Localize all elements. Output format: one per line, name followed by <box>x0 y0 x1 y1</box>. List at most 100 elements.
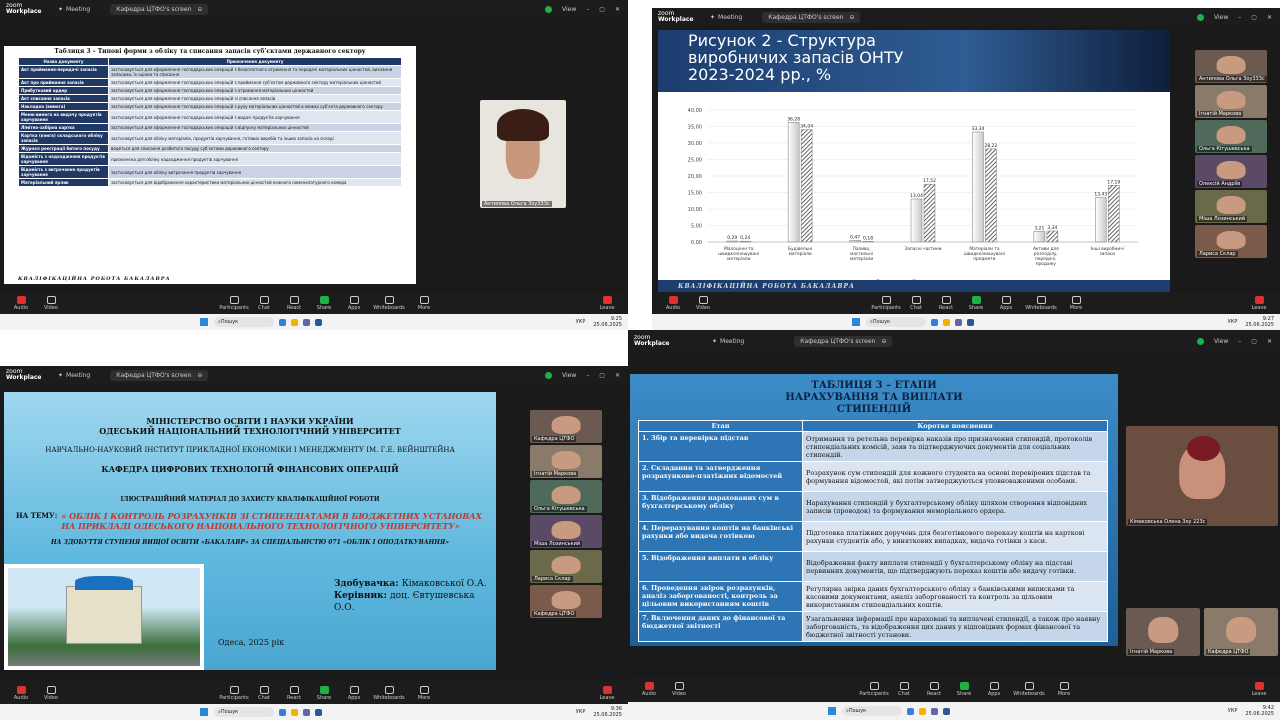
participant-tile[interactable]: Кафедра ЦТФО <box>530 585 602 618</box>
participant-tile[interactable]: Міша Лозинський <box>1195 190 1267 223</box>
participant-tile[interactable]: Ігнатій Маркова <box>1195 85 1267 118</box>
shield-icon[interactable] <box>545 5 553 13</box>
clock[interactable]: 9:25 25.06.2025 <box>593 316 622 328</box>
maximize-icon[interactable]: ▢ <box>599 6 605 13</box>
windows-start-icon[interactable] <box>200 708 208 716</box>
meeting-label[interactable]: ✦ Meeting <box>712 338 744 345</box>
windows-start-icon[interactable] <box>200 318 208 326</box>
share-tab[interactable]: Кафедра ЦТФО's screen ⊖ <box>794 335 893 347</box>
share-button[interactable]: Share <box>961 295 991 311</box>
meeting-label[interactable]: ✦ Meeting <box>58 372 90 379</box>
participants-button[interactable]: Participants <box>219 685 249 701</box>
participants-button[interactable]: Participants <box>859 681 889 697</box>
edge-icon[interactable] <box>279 708 286 716</box>
audio-button[interactable]: Audio <box>6 685 36 701</box>
shield-icon[interactable] <box>1197 337 1205 345</box>
meeting-label[interactable]: ✦ Meeting <box>58 6 90 13</box>
leave-button[interactable]: Leave <box>592 685 622 701</box>
share-tab[interactable]: Кафедра ЦТФО's screen ⊖ <box>110 369 209 381</box>
video-button[interactable]: Video <box>664 681 694 697</box>
participant-tile[interactable]: Міша Лозинський <box>530 515 602 548</box>
video-button[interactable]: Video <box>688 295 718 311</box>
audio-button[interactable]: Audio <box>658 295 688 311</box>
word-icon[interactable] <box>315 318 322 326</box>
whiteboards-button[interactable]: Whiteboards <box>1009 681 1049 697</box>
lang-indicator[interactable]: УКР <box>1228 319 1238 325</box>
react-button[interactable]: React <box>931 295 961 311</box>
participants-button[interactable]: Participants <box>871 295 901 311</box>
taskbar-search[interactable]: ⌕ Пошук <box>214 317 274 327</box>
participant-tile[interactable]: Кафедра ЦТФО <box>1204 608 1278 656</box>
chat-button[interactable]: Chat <box>249 295 279 311</box>
participant-tile[interactable]: Ольга Кітушевська <box>530 480 602 513</box>
word-icon[interactable] <box>943 707 950 715</box>
whiteboards-button[interactable]: Whiteboards <box>369 685 409 701</box>
meeting-label[interactable]: ✦ Meeting <box>710 14 742 21</box>
chat-button[interactable]: Chat <box>901 295 931 311</box>
participant-tile[interactable]: Лариса Склар <box>530 550 602 583</box>
edge-icon[interactable] <box>279 318 286 326</box>
minimize-share-icon[interactable]: ⊖ <box>881 338 886 345</box>
taskbar-search[interactable]: ⌕ Пошук <box>214 707 274 717</box>
view-menu[interactable]: View <box>562 372 576 379</box>
leave-button[interactable]: Leave <box>1244 681 1274 697</box>
close-icon[interactable]: ✕ <box>615 372 620 379</box>
react-button[interactable]: React <box>919 681 949 697</box>
teams-icon[interactable] <box>931 707 938 715</box>
shield-icon[interactable] <box>545 371 553 379</box>
more-button[interactable]: More <box>1061 295 1091 311</box>
participant-tile[interactable]: Ігнатій Маркова <box>1126 608 1200 656</box>
maximize-icon[interactable]: ▢ <box>1251 338 1257 345</box>
word-icon[interactable] <box>315 708 322 716</box>
maximize-icon[interactable]: ▢ <box>1251 14 1257 21</box>
folder-icon[interactable] <box>291 708 298 716</box>
apps-button[interactable]: Apps <box>339 685 369 701</box>
folder-icon[interactable] <box>291 318 298 326</box>
leave-button[interactable]: Leave <box>1244 295 1274 311</box>
lang-indicator[interactable]: УКР <box>576 319 586 325</box>
video-button[interactable]: Video <box>36 685 66 701</box>
video-button[interactable]: Video <box>36 295 66 311</box>
apps-button[interactable]: Apps <box>979 681 1009 697</box>
apps-button[interactable]: Apps <box>339 295 369 311</box>
clock[interactable]: 9:27 25.06.2025 <box>1245 316 1274 328</box>
speaker-video[interactable]: Антипова Ольга Зоу333с <box>480 100 566 208</box>
share-button[interactable]: Share <box>949 681 979 697</box>
close-icon[interactable]: ✕ <box>615 6 620 13</box>
word-icon[interactable] <box>967 318 974 326</box>
maximize-icon[interactable]: ▢ <box>599 372 605 379</box>
participant-tile[interactable]: Кафедра ЦТФО <box>530 410 602 443</box>
lang-indicator[interactable]: УКР <box>576 709 586 715</box>
edge-icon[interactable] <box>907 707 914 715</box>
view-menu[interactable]: View <box>1214 338 1228 345</box>
chat-button[interactable]: Chat <box>249 685 279 701</box>
clock[interactable]: 9:36 25.06.2025 <box>593 706 622 718</box>
minimize-icon[interactable]: – <box>586 6 589 13</box>
participant-tile[interactable]: Олексій Андріїв <box>1195 155 1267 188</box>
folder-icon[interactable] <box>919 707 926 715</box>
folder-icon[interactable] <box>943 318 950 326</box>
taskbar-search[interactable]: ⌕ Пошук <box>842 706 902 716</box>
chat-button[interactable]: Chat <box>889 681 919 697</box>
minimize-icon[interactable]: – <box>1238 14 1241 21</box>
whiteboards-button[interactable]: Whiteboards <box>1021 295 1061 311</box>
minimize-share-icon[interactable]: ⊖ <box>197 372 202 379</box>
leave-button[interactable]: Leave <box>592 295 622 311</box>
close-icon[interactable]: ✕ <box>1267 14 1272 21</box>
more-button[interactable]: More <box>409 295 439 311</box>
teams-icon[interactable] <box>955 318 962 326</box>
speaker-video[interactable]: Кімаковська Олена 3оу 223с <box>1126 426 1278 526</box>
participant-tile[interactable]: Ольга Кітушевська <box>1195 120 1267 153</box>
minimize-share-icon[interactable]: ⊖ <box>849 14 854 21</box>
share-tab[interactable]: Кафедра ЦТФО's screen ⊖ <box>762 11 861 23</box>
audio-button[interactable]: Audio <box>634 681 664 697</box>
react-button[interactable]: React <box>279 295 309 311</box>
more-button[interactable]: More <box>409 685 439 701</box>
minimize-share-icon[interactable]: ⊖ <box>197 6 202 13</box>
more-button[interactable]: More <box>1049 681 1079 697</box>
react-button[interactable]: React <box>279 685 309 701</box>
whiteboards-button[interactable]: Whiteboards <box>369 295 409 311</box>
minimize-icon[interactable]: – <box>1238 338 1241 345</box>
participant-tile[interactable]: Лариса Склар <box>1195 225 1267 258</box>
shield-icon[interactable] <box>1197 13 1205 21</box>
